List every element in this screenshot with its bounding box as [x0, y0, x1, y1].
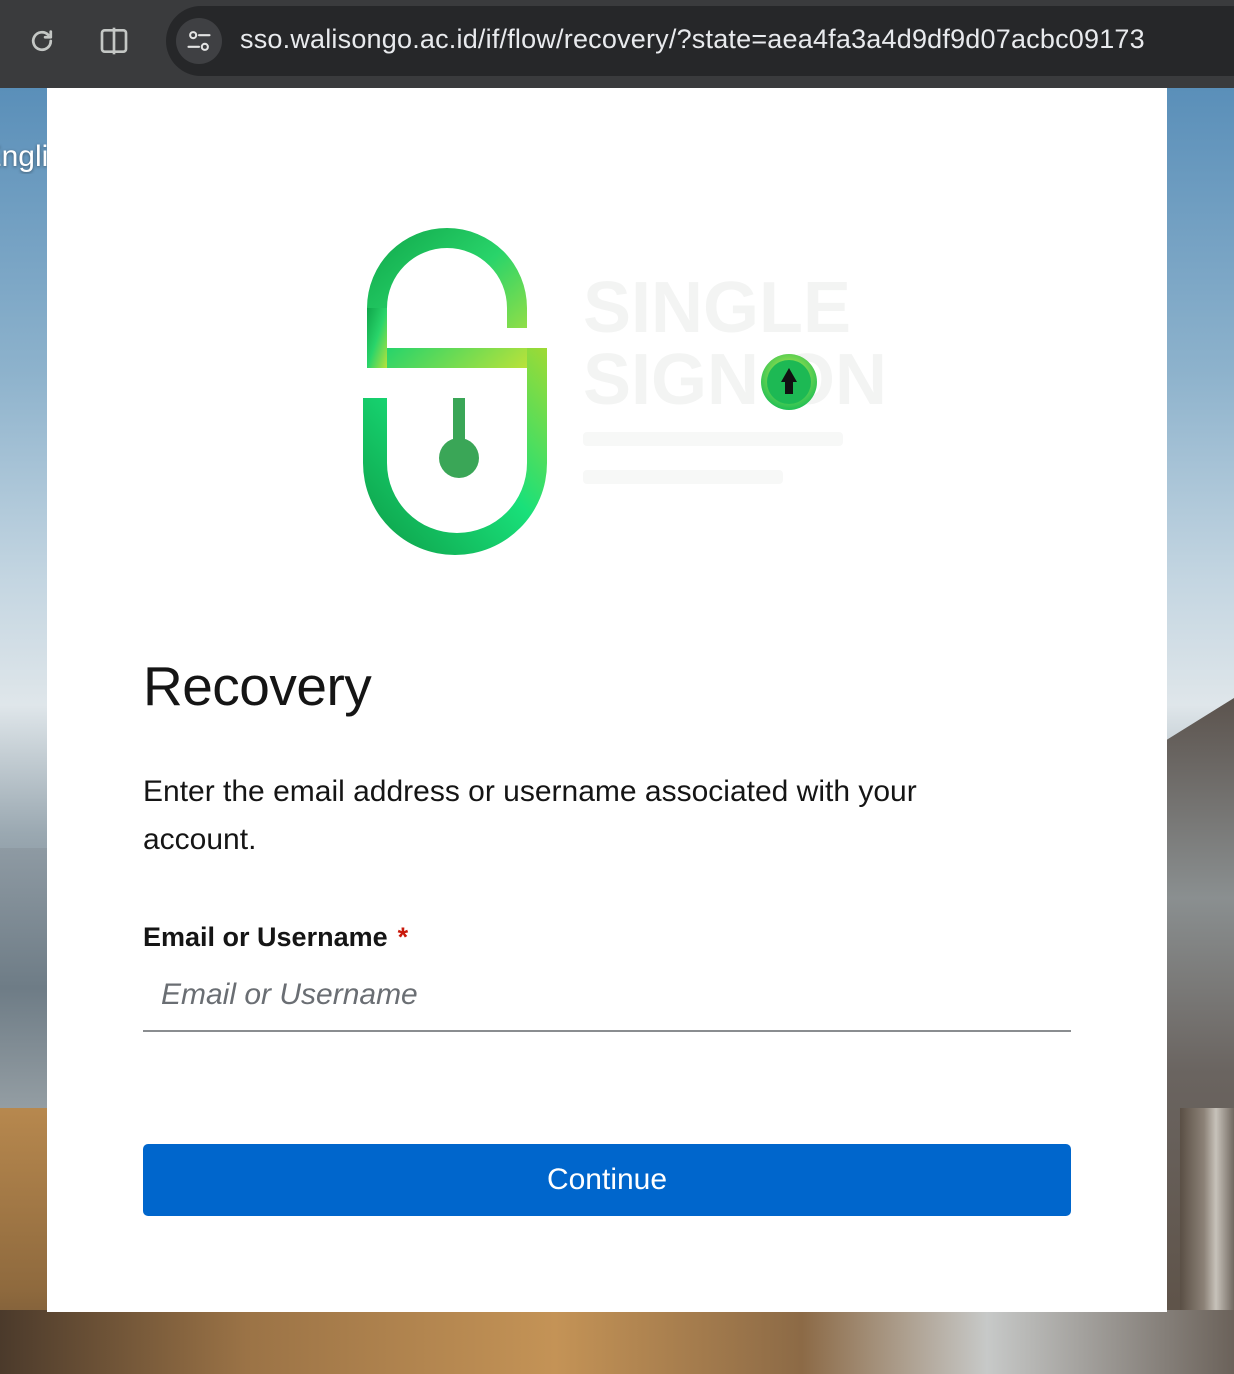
ground-bottom — [0, 1310, 1234, 1374]
required-indicator: * — [397, 922, 409, 952]
reload-button[interactable] — [19, 18, 65, 64]
email-username-label: Email or Username * — [143, 922, 408, 953]
svg-text:SIGN ON: SIGN ON — [583, 340, 887, 420]
email-username-input[interactable] — [143, 960, 1071, 1030]
field-label-text: Email or Username — [143, 922, 388, 952]
browser-toolbar: sso.walisongo.ac.id/if/flow/recovery/?st… — [0, 0, 1234, 88]
continue-button[interactable]: Continue — [143, 1144, 1071, 1216]
split-view-button[interactable] — [91, 18, 137, 64]
reload-icon — [31, 30, 53, 52]
recovery-description: Enter the email address or username asso… — [143, 775, 917, 856]
address-bar[interactable]: sso.walisongo.ac.id/if/flow/recovery/?st… — [166, 6, 1234, 76]
logo-wordmark: SINGLE — [583, 268, 851, 348]
single-sign-on-logo: SINGLE SIGN ON — [363, 228, 887, 555]
email-username-field-wrapper — [143, 960, 1071, 1032]
site-info-button[interactable] — [176, 18, 222, 64]
recovery-card: SINGLE SIGN ON Recovery Enter the email … — [47, 88, 1167, 1312]
split-view-icon — [100, 27, 128, 55]
site-settings-icon — [187, 31, 211, 51]
url-text[interactable]: sso.walisongo.ac.id/if/flow/recovery/?st… — [240, 24, 1145, 55]
page-title: Recovery — [143, 655, 372, 717]
